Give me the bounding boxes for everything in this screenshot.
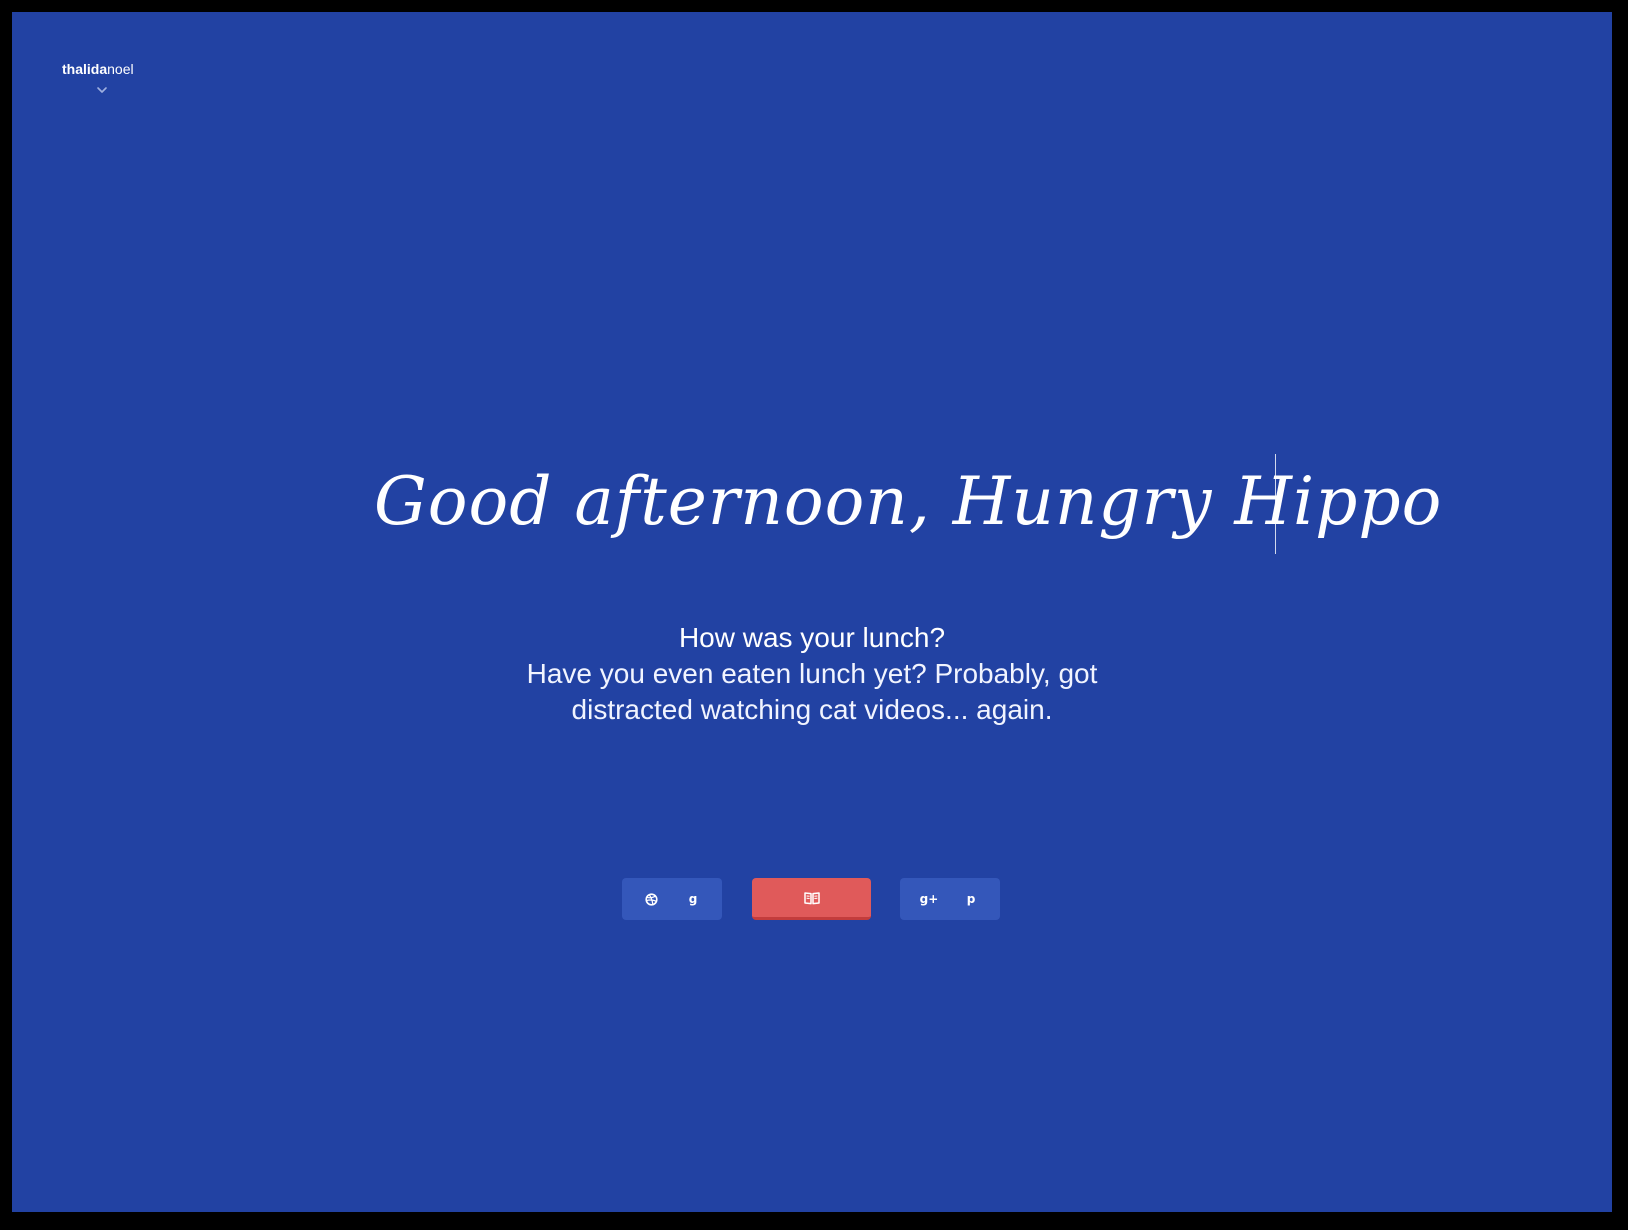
site-logo[interactable]: thalidanoel <box>62 60 134 78</box>
greeting-headline: Good afternoon, Hungry Hippo <box>374 463 1443 540</box>
greeting-question: How was your lunch? <box>678 622 946 653</box>
page-background: thalidanoel Good afternoon, Hungry Hippo… <box>12 12 1612 1212</box>
chevron-down-icon[interactable] <box>95 82 109 93</box>
reading-button[interactable] <box>752 878 871 920</box>
logo-light-text: noel <box>107 61 134 77</box>
pinterest-icon[interactable]: p <box>963 891 979 907</box>
book-icon <box>803 890 820 906</box>
social-group-left: g <box>622 878 722 920</box>
social-group-right: g+ p <box>900 878 1000 920</box>
dribbble-icon[interactable] <box>643 891 659 907</box>
greeting-body: Have you even eaten lunch yet? Probably,… <box>526 658 1098 725</box>
goodreads-icon[interactable]: g <box>685 891 701 907</box>
google-plus-icon[interactable]: g+ <box>920 891 939 907</box>
typing-cursor <box>1275 454 1276 554</box>
greeting-section: Good afternoon, Hungry Hippo <box>12 452 1612 562</box>
logo-bold-text: thalida <box>62 61 108 77</box>
greeting-message: How was your lunch? Have you even eaten … <box>12 620 1612 728</box>
